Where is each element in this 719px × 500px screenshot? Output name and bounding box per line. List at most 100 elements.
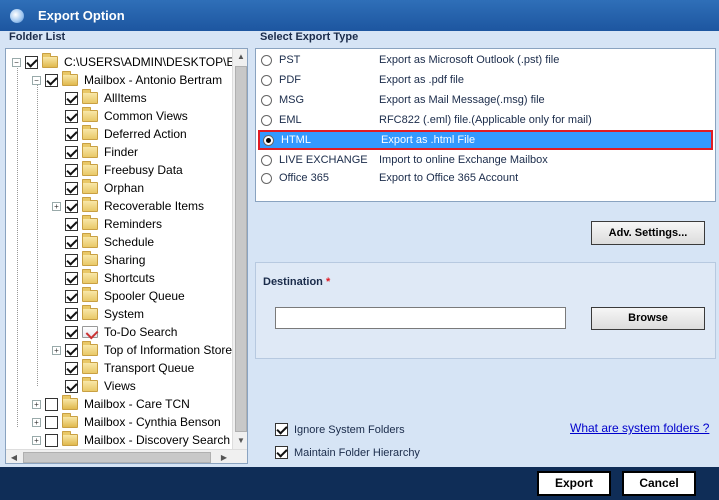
radio-button[interactable]	[261, 54, 272, 66]
tree-checkbox[interactable]	[65, 145, 78, 159]
tree-checkbox[interactable]	[65, 253, 78, 267]
radio-button[interactable]	[261, 154, 272, 166]
tree-checkbox[interactable]	[65, 343, 78, 357]
tree-checkbox[interactable]	[65, 217, 78, 231]
tree-checkbox[interactable]	[65, 163, 78, 177]
tree-vertical-scrollbar[interactable]: ▲ ▼	[232, 49, 247, 449]
export-option-html[interactable]: HTML Export as .html File	[258, 130, 713, 150]
tree-folder-item[interactable]: Reminders	[52, 215, 162, 233]
ignore-system-folders-option[interactable]: Ignore System Folders	[275, 423, 405, 436]
export-type-list: PST Export as Microsoft Outlook (.pst) fi…	[255, 48, 716, 202]
tree-checkbox[interactable]	[65, 199, 78, 213]
tree-mailbox-item[interactable]: + Mailbox - Cynthia Benson	[32, 413, 221, 431]
scroll-left-icon[interactable]: ◀	[6, 450, 22, 463]
export-option-pdf[interactable]: PDF Export as .pdf file	[258, 70, 713, 90]
export-option-office-365[interactable]: Office 365 Export to Office 365 Account	[258, 168, 713, 188]
tree-folder-item[interactable]: Freebusy Data	[52, 161, 183, 179]
radio-button[interactable]	[263, 134, 274, 146]
tree-checkbox[interactable]	[65, 91, 78, 105]
horizontal-scroll-thumb[interactable]	[23, 452, 211, 463]
scroll-up-icon[interactable]: ▲	[233, 49, 247, 65]
tree-checkbox[interactable]	[45, 397, 58, 411]
system-folders-help-link[interactable]: What are system folders ?	[570, 421, 709, 435]
tree-folder-item[interactable]: Deferred Action	[52, 125, 187, 143]
folder-list-label: Folder List	[9, 31, 66, 43]
folder-icon	[82, 215, 98, 230]
expand-icon[interactable]: +	[32, 435, 41, 445]
export-option-eml[interactable]: EML RFC822 (.eml) file.(Applicable only f…	[258, 110, 713, 130]
tree-checkbox[interactable]	[65, 127, 78, 141]
tree-folder-item[interactable]: AllItems	[52, 89, 147, 107]
tree-mailbox-item[interactable]: + Mailbox - Care TCN	[32, 395, 190, 413]
scroll-right-icon[interactable]: ▶	[216, 450, 232, 463]
tree-checkbox[interactable]	[65, 181, 78, 195]
tree-checkbox[interactable]	[65, 325, 78, 339]
browse-button[interactable]: Browse	[591, 307, 705, 330]
mailbox-icon	[62, 71, 78, 86]
collapse-icon[interactable]: −	[12, 57, 21, 67]
tree-checkbox[interactable]	[45, 433, 58, 447]
tree-folder-item[interactable]: + Recoverable Items	[52, 197, 204, 215]
expand-icon[interactable]: +	[52, 201, 61, 211]
tree-folder-item[interactable]: To-Do Search	[52, 323, 177, 341]
radio-button[interactable]	[261, 74, 272, 86]
tree-checkbox[interactable]	[65, 307, 78, 321]
mailbox-icon	[62, 413, 78, 428]
tree-folder-item[interactable]: System	[52, 305, 144, 323]
tree-checkbox[interactable]	[65, 235, 78, 249]
tree-folder-item[interactable]: Spooler Queue	[52, 287, 185, 305]
export-button[interactable]: Export	[537, 471, 611, 496]
tree-checkbox[interactable]	[65, 271, 78, 285]
tree-folder-item[interactable]: Transport Queue	[52, 359, 194, 377]
tree-folder-item[interactable]: Common Views	[52, 107, 188, 125]
tree-mailbox-item[interactable]: + Mailbox - Discovery Search M	[32, 431, 232, 449]
export-type-description: Export as Mail Message(.msg) file	[379, 94, 545, 106]
maintain-hierarchy-label: Maintain Folder Hierarchy	[294, 446, 420, 459]
tree-folder-item[interactable]: + Top of Information Store	[52, 341, 232, 359]
tree-folder-item[interactable]: Shortcuts	[52, 269, 155, 287]
tree-folder-item[interactable]: Views	[52, 377, 136, 395]
tree-item-label: Sharing	[104, 253, 146, 267]
expand-icon[interactable]: +	[32, 399, 41, 409]
maintain-hierarchy-option[interactable]: Maintain Folder Hierarchy	[275, 446, 420, 459]
tree-item-label: Mailbox - Antonio Bertram	[84, 73, 223, 87]
export-option-msg[interactable]: MSG Export as Mail Message(.msg) file	[258, 90, 713, 110]
tree-item-label: Shortcuts	[104, 271, 155, 285]
maintain-hierarchy-checkbox[interactable]	[275, 446, 288, 459]
cancel-button[interactable]: Cancel	[622, 471, 696, 496]
scroll-down-icon[interactable]: ▼	[233, 433, 247, 449]
tree-item-label: Finder	[104, 145, 139, 159]
tree-horizontal-scrollbar[interactable]: ◀ ▶	[6, 449, 247, 463]
tree-checkbox[interactable]	[65, 109, 78, 123]
tree-folder-item[interactable]: Sharing	[52, 251, 145, 269]
adv-settings-button[interactable]: Adv. Settings...	[591, 221, 705, 245]
collapse-icon[interactable]: −	[32, 75, 41, 85]
export-option-pst[interactable]: PST Export as Microsoft Outlook (.pst) fi…	[258, 50, 713, 70]
tree-root-item[interactable]: − C:\USERS\ADMIN\DESKTOP\ED	[12, 53, 232, 71]
tree-checkbox[interactable]	[45, 415, 58, 429]
destination-input[interactable]	[275, 307, 566, 329]
vertical-scroll-thumb[interactable]	[235, 66, 247, 432]
tree-folder-item[interactable]: Orphan	[52, 179, 144, 197]
radio-button[interactable]	[261, 114, 272, 126]
tree-checkbox[interactable]	[65, 379, 78, 393]
tree-checkbox[interactable]	[65, 289, 78, 303]
export-type-name: LIVE EXCHANGE	[279, 154, 368, 166]
tree-item-label: Views	[104, 379, 136, 393]
tree-checkbox[interactable]	[25, 55, 38, 69]
tree-item-label: Spooler Queue	[104, 289, 185, 303]
tree-checkbox[interactable]	[65, 361, 78, 375]
expand-icon[interactable]: +	[52, 345, 61, 355]
tree-checkbox[interactable]	[45, 73, 58, 87]
radio-button[interactable]	[261, 172, 272, 184]
tree-folder-item[interactable]: Finder	[52, 143, 138, 161]
export-option-live-exchange[interactable]: LIVE EXCHANGE Import to online Exchange M…	[258, 150, 713, 170]
tree-folder-item[interactable]: Schedule	[52, 233, 154, 251]
radio-button[interactable]	[261, 94, 272, 106]
expand-icon[interactable]: +	[32, 417, 41, 427]
tree-mailbox-item[interactable]: − Mailbox - Antonio Bertram	[32, 71, 222, 89]
tree-item-label: Transport Queue	[104, 361, 195, 375]
ignore-system-folders-checkbox[interactable]	[275, 423, 288, 436]
